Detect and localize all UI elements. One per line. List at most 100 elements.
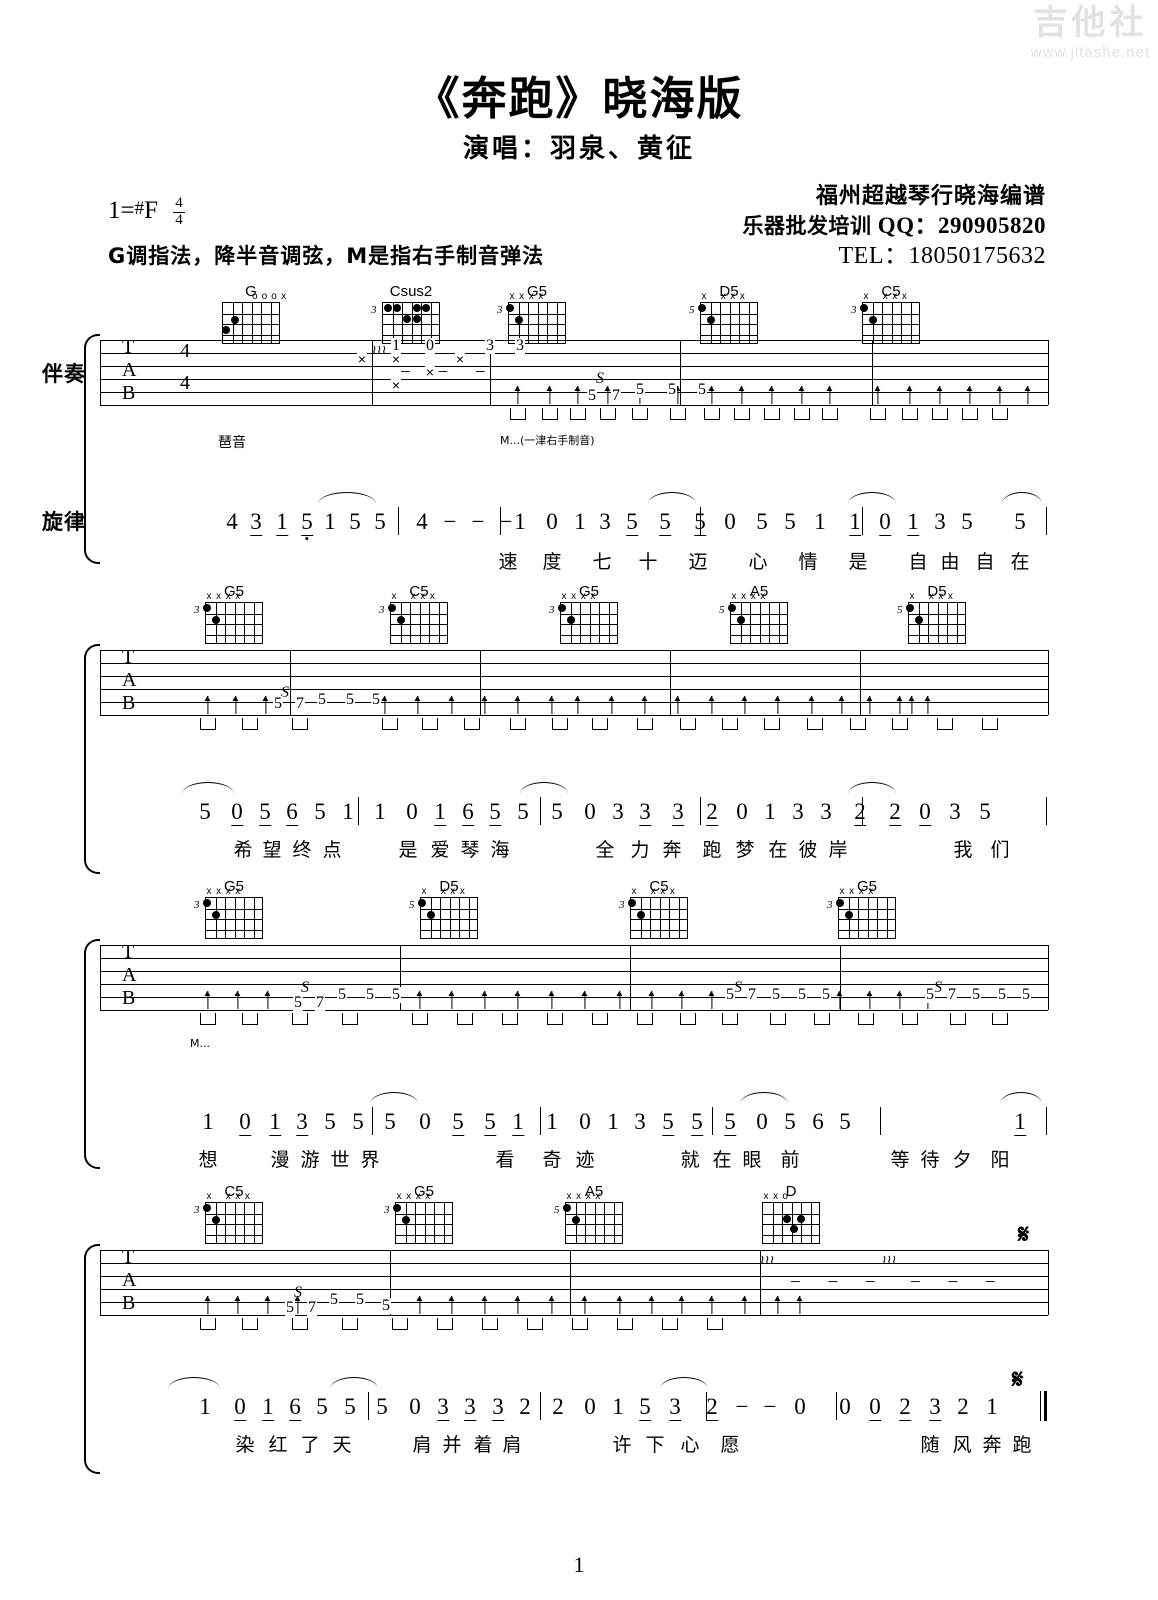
tab-fret-number: 7 bbox=[295, 695, 305, 712]
tab-fret-number: 7 bbox=[611, 387, 621, 404]
chord-diagram: G5 3 x x x x bbox=[827, 879, 896, 944]
strum-up-arrow bbox=[873, 386, 881, 404]
strum-down-bracket bbox=[807, 718, 823, 730]
melody-note: 1 bbox=[324, 509, 336, 534]
strum-up-arrow bbox=[233, 1296, 241, 1314]
strum-up-arrow bbox=[907, 696, 915, 714]
sustain-dashes: − − − bbox=[910, 1272, 1007, 1293]
strum-up-arrow bbox=[837, 696, 845, 714]
string-mute-icon: x bbox=[660, 886, 666, 897]
string-mute-icon: x bbox=[225, 1191, 231, 1202]
strum-up-arrow bbox=[263, 991, 271, 1009]
lyric-character: 肩 bbox=[412, 1434, 432, 1456]
strum-up-arrow bbox=[707, 991, 715, 1009]
melody-note: 6 bbox=[289, 1394, 301, 1421]
accompaniment-label: 伴奏 bbox=[42, 362, 86, 386]
bar-line bbox=[480, 650, 482, 715]
tab-fret-number: 5 bbox=[371, 691, 381, 708]
bar-line bbox=[100, 945, 102, 1010]
melody-note: 1 bbox=[986, 1394, 998, 1419]
strum-down-bracket bbox=[962, 408, 978, 420]
melody-slur bbox=[520, 782, 568, 794]
string-mute-icon: x bbox=[701, 291, 707, 302]
strum-wiggle-icon: ≀≀≀ bbox=[882, 1253, 897, 1268]
chord-diagram: G5 3 x x x x bbox=[549, 584, 618, 649]
sharp-icon: # bbox=[134, 197, 145, 219]
melody-bar-line bbox=[372, 1107, 374, 1135]
string-mute-icon: x bbox=[750, 591, 756, 602]
tab-fret-number: 5 bbox=[317, 691, 327, 708]
lyric-character: 海 bbox=[490, 839, 510, 861]
lyric-character: 许 bbox=[612, 1434, 632, 1456]
melody-note: 3 bbox=[672, 799, 684, 826]
tab-string-line bbox=[100, 958, 1048, 960]
string-mute-icon: x bbox=[281, 291, 287, 302]
credit-qq-value: QQ：290905820 bbox=[877, 213, 1046, 239]
strum-down-bracket bbox=[552, 718, 568, 730]
chord-finger-dot bbox=[221, 326, 230, 335]
melody-note: 3 bbox=[296, 1109, 308, 1136]
lyric-character: 了 bbox=[300, 1434, 320, 1456]
tab-fret-number: 5 bbox=[273, 695, 283, 712]
melody-note: 0 bbox=[724, 509, 736, 534]
chord-finger-dot bbox=[403, 314, 411, 323]
strum-up-arrow bbox=[513, 991, 521, 1009]
tab-string-line bbox=[100, 340, 1048, 342]
chord-base-fret: 3 bbox=[851, 304, 857, 316]
strum-down-bracket bbox=[510, 408, 526, 420]
melody-note: 0 bbox=[584, 1394, 596, 1419]
strum-up-arrow bbox=[603, 386, 611, 404]
strum-up-arrow bbox=[835, 991, 843, 1009]
chord-string-markers: xxxx bbox=[565, 1192, 623, 1202]
melody-note: 1 bbox=[269, 1109, 281, 1136]
key-label: 1= bbox=[108, 196, 135, 224]
tab-fret-number: 5 bbox=[365, 986, 375, 1003]
strum-down-bracket bbox=[502, 1013, 518, 1025]
lyric-character: 是 bbox=[848, 551, 868, 573]
melody-bar-line bbox=[880, 1107, 882, 1135]
tab-string-line bbox=[100, 663, 1048, 665]
strum-down-bracket bbox=[422, 718, 438, 730]
tab-string-line bbox=[100, 405, 1048, 407]
chord-string-markers: xxxx bbox=[730, 592, 788, 602]
tab-fret-number: 5 bbox=[725, 986, 735, 1003]
string-mute-icon: x bbox=[731, 591, 737, 602]
strum-up-arrow bbox=[203, 991, 211, 1009]
strum-down-bracket bbox=[242, 718, 258, 730]
melody-note: 6 bbox=[812, 1109, 824, 1134]
chord-diagram: A5 5 x x x x bbox=[554, 1184, 623, 1249]
string-mute-icon: x bbox=[882, 291, 888, 302]
strum-up-arrow bbox=[547, 991, 555, 1009]
melody-note: 0 bbox=[584, 799, 596, 824]
fretboard-grid bbox=[417, 897, 478, 939]
strum-down-bracket bbox=[707, 1318, 723, 1330]
slide-marker: S bbox=[934, 979, 942, 996]
melody-dash: − bbox=[735, 1394, 749, 1419]
lyric-character: 愿 bbox=[720, 1434, 740, 1456]
chord-finger-dot bbox=[202, 899, 211, 908]
lyric-character: 彼 bbox=[798, 839, 818, 861]
tab-string-line bbox=[100, 379, 1048, 381]
chord-grid: 5xxxx bbox=[689, 292, 758, 344]
chord-base-fret: 3 bbox=[549, 604, 555, 616]
strum-down-bracket bbox=[902, 408, 918, 420]
melody-note: 5 bbox=[376, 1394, 388, 1419]
strum-up-arrow bbox=[615, 1296, 623, 1314]
melody-note: 5 bbox=[316, 1394, 328, 1419]
melody-note: 0 bbox=[239, 1109, 251, 1136]
melody-note: 5 bbox=[626, 509, 638, 536]
lyric-character: 肩 bbox=[502, 1434, 522, 1456]
string-open-icon: o bbox=[252, 291, 258, 302]
strum-up-arrow bbox=[513, 696, 521, 714]
strum-down-bracket bbox=[382, 718, 398, 730]
melody-octave-dot bbox=[305, 537, 309, 541]
chord-finger-dot bbox=[383, 304, 392, 313]
strum-down-bracket bbox=[457, 1013, 473, 1025]
string-mute-icon: x bbox=[669, 886, 675, 897]
melody-label: 旋律 bbox=[42, 510, 86, 534]
chord-diagram: C5 3 x x x x bbox=[379, 584, 448, 649]
system-inner: Go o o x Csus2 3 G5 3 x x x x D5 5 x x x x C5 3 x x x x T A B 4 4 1 0 3… bbox=[0, 284, 1158, 585]
melody-note: 1 bbox=[514, 509, 526, 534]
strum-up-arrow bbox=[905, 386, 913, 404]
chord-grid: 3xxxx bbox=[194, 1192, 263, 1244]
